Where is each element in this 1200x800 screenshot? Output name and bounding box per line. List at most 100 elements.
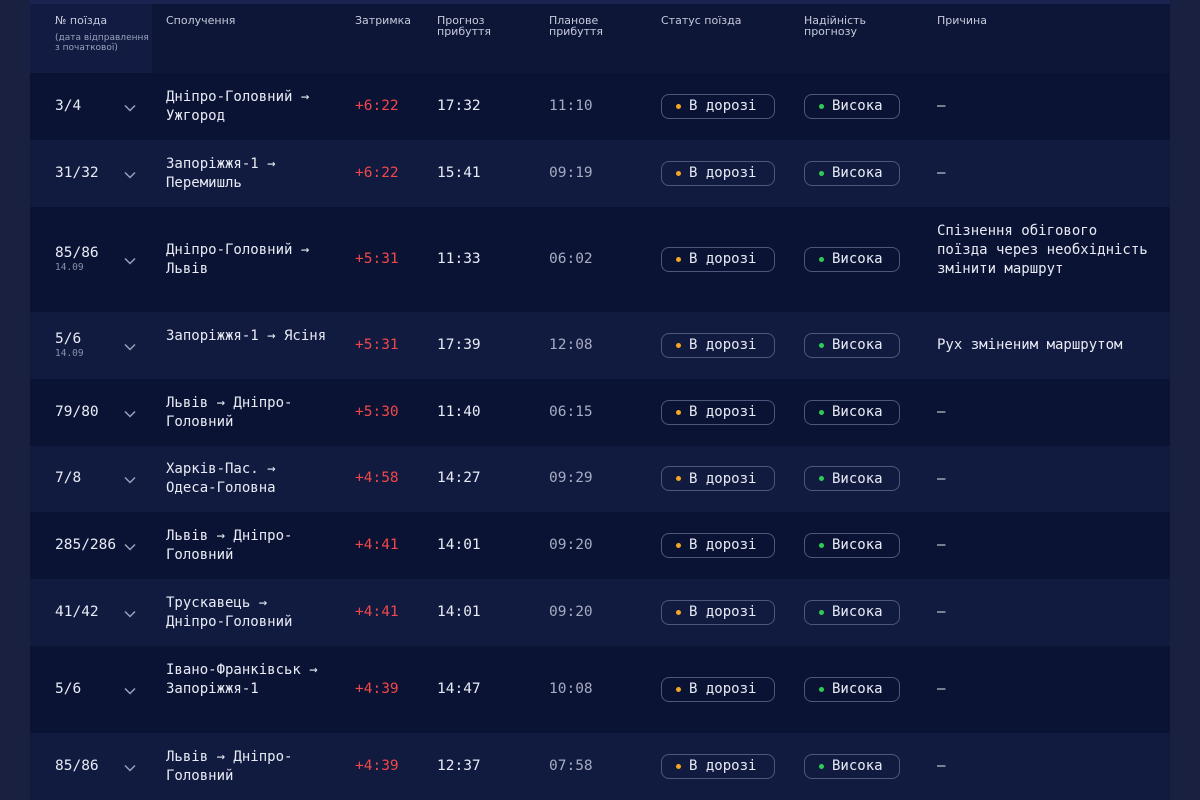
table-row[interactable]: 5/6 Івано-Франківськ → Запоріжжя-1 +4:39 14… [30, 646, 1170, 733]
status-label: В дорозі [689, 537, 757, 553]
header-planned: Планове прибуття [549, 14, 604, 38]
delay-value: +4:41 [355, 603, 399, 620]
table-row[interactable]: 5/6 14.09 Запоріжжя-1 → Ясіня +5:31 17:39 12:… [30, 312, 1170, 379]
chevron-down-icon[interactable] [123, 407, 137, 421]
status-label: В дорозі [689, 470, 757, 487]
status-dot-icon [676, 103, 681, 109]
reason-text: — [937, 537, 946, 553]
chevron-down-icon[interactable] [123, 168, 137, 182]
chevron-down-icon[interactable] [123, 340, 137, 354]
reliability-dot-icon [819, 170, 824, 176]
table-row[interactable]: 79/80 Львів → Дніпро-Головний +5:30 11:40 06… [30, 379, 1170, 446]
reliability-badge: Висока [804, 466, 900, 491]
status-label: В дорозі [689, 604, 757, 620]
table-row[interactable]: 7/8 Харків-Пас. → Одеса-Головна +4:58 14:27… [30, 446, 1170, 512]
table-row[interactable]: 285/286 Львів → Дніпро-Головний +4:41 14:01… [30, 512, 1170, 579]
reliability-label: Висока [832, 470, 883, 487]
train-number: 3/4 [55, 97, 82, 114]
status-dot-icon [676, 170, 681, 176]
reason-text: — [937, 604, 946, 620]
delay-value: +5:30 [355, 403, 399, 420]
delay-value: +5:31 [355, 250, 399, 267]
header-route: Сполучення [166, 14, 236, 27]
status-badge: В дорозі [661, 399, 775, 425]
status-badge: В дорозі [661, 160, 775, 186]
train-number: 7/8 [55, 470, 82, 486]
chevron-down-icon[interactable] [123, 607, 137, 621]
reason-text: Рух зміненим маршрутом [937, 337, 1123, 353]
status-badge: В дорозі [661, 332, 775, 358]
table-row[interactable]: 41/42 Трускавець → Дніпро-Головний +4:41 14… [30, 579, 1170, 646]
reason-text: — [937, 98, 946, 114]
status-dot-icon [676, 763, 681, 769]
reliability-label: Висока [832, 251, 883, 267]
reliability-label: Висока [832, 537, 883, 553]
forecast-arrival: 14:01 [437, 536, 481, 553]
forecast-arrival: 14:47 [437, 680, 481, 697]
reason-text: Спізнення обігового поїзда через необхід… [937, 222, 1148, 277]
header-reliability: Надійність прогнозу [804, 14, 867, 38]
status-label: В дорозі [689, 337, 757, 353]
reliability-label: Висока [832, 758, 883, 774]
reliability-dot-icon [819, 256, 824, 262]
route-text: Львів → Дніпро-Головний [166, 527, 293, 563]
route-text: Запоріжжя-1 → Ясіня [166, 327, 327, 344]
train-number-cell: 79/80 [55, 404, 99, 420]
reliability-badge: Висока [804, 246, 900, 272]
reliability-badge: Висока [804, 532, 900, 558]
status-dot-icon [676, 609, 681, 615]
reliability-label: Висока [832, 681, 883, 697]
status-badge: В дорозі [661, 246, 775, 272]
reliability-dot-icon [819, 686, 824, 692]
reason-text: — [937, 404, 946, 420]
status-label: В дорозі [689, 165, 757, 181]
delay-value: +6:22 [355, 97, 399, 114]
reliability-badge: Висока [804, 676, 900, 702]
route-text: Львів → Дніпро-Головний [166, 394, 293, 430]
table-row[interactable]: 31/32 Запоріжжя-1 → Перемишль +6:22 15:41 09… [30, 140, 1170, 207]
planned-arrival: 06:15 [549, 403, 593, 420]
train-number: 5/6 [55, 680, 82, 697]
train-number-cell: 31/32 [55, 165, 99, 181]
chevron-down-icon[interactable] [123, 254, 137, 268]
planned-arrival: 12:08 [549, 336, 593, 353]
delay-value: +4:58 [355, 470, 399, 486]
table-row[interactable]: 3/4 Дніпро-Головний → Ужгород +6:22 17:32 11… [30, 73, 1170, 140]
chevron-down-icon[interactable] [123, 473, 137, 487]
status-label: В дорозі [689, 251, 757, 267]
delay-value: +6:22 [355, 164, 399, 181]
reliability-dot-icon [819, 542, 824, 548]
reliability-dot-icon [819, 609, 824, 615]
header-train-no: № поїзда (дата відправлення з початкової… [30, 4, 152, 73]
status-label: В дорозі [689, 404, 757, 420]
chevron-down-icon[interactable] [123, 540, 137, 554]
reliability-label: Висока [832, 404, 883, 420]
forecast-arrival: 11:33 [437, 250, 481, 267]
status-label: В дорозі [689, 681, 757, 697]
route-text: Дніпро-Головний → Ужгород [166, 88, 310, 124]
status-badge: В дорозі [661, 599, 775, 625]
header-delay: Затримка [355, 14, 412, 27]
table-header: № поїзда (дата відправлення з початкової… [30, 4, 1170, 73]
status-badge: В дорозі [661, 532, 775, 558]
status-label: В дорозі [689, 758, 757, 774]
header-train-no-sub: (дата відправлення з початкової) [55, 33, 149, 53]
train-number: 85/86 [55, 757, 99, 774]
forecast-arrival: 15:41 [437, 164, 481, 181]
chevron-down-icon[interactable] [123, 684, 137, 698]
table-row[interactable]: 85/86 Львів → Дніпро-Головний +4:39 12:37 07… [30, 733, 1170, 800]
forecast-arrival: 14:01 [437, 603, 481, 620]
status-label: В дорозі [689, 98, 757, 114]
reason-text: — [937, 758, 946, 774]
chevron-down-icon[interactable] [123, 101, 137, 115]
planned-arrival: 09:20 [549, 536, 593, 553]
planned-arrival: 11:10 [549, 97, 593, 114]
reliability-badge: Висока [804, 93, 900, 119]
table-row[interactable]: 85/86 14.09 Дніпро-Головний → Львів +5:31 11… [30, 207, 1170, 312]
reliability-badge: Висока [804, 332, 900, 358]
status-dot-icon [676, 476, 681, 481]
forecast-arrival: 12:37 [437, 757, 481, 774]
forecast-arrival: 17:32 [437, 97, 481, 114]
header-forecast: Прогноз прибуття [437, 14, 492, 38]
chevron-down-icon[interactable] [123, 761, 137, 775]
